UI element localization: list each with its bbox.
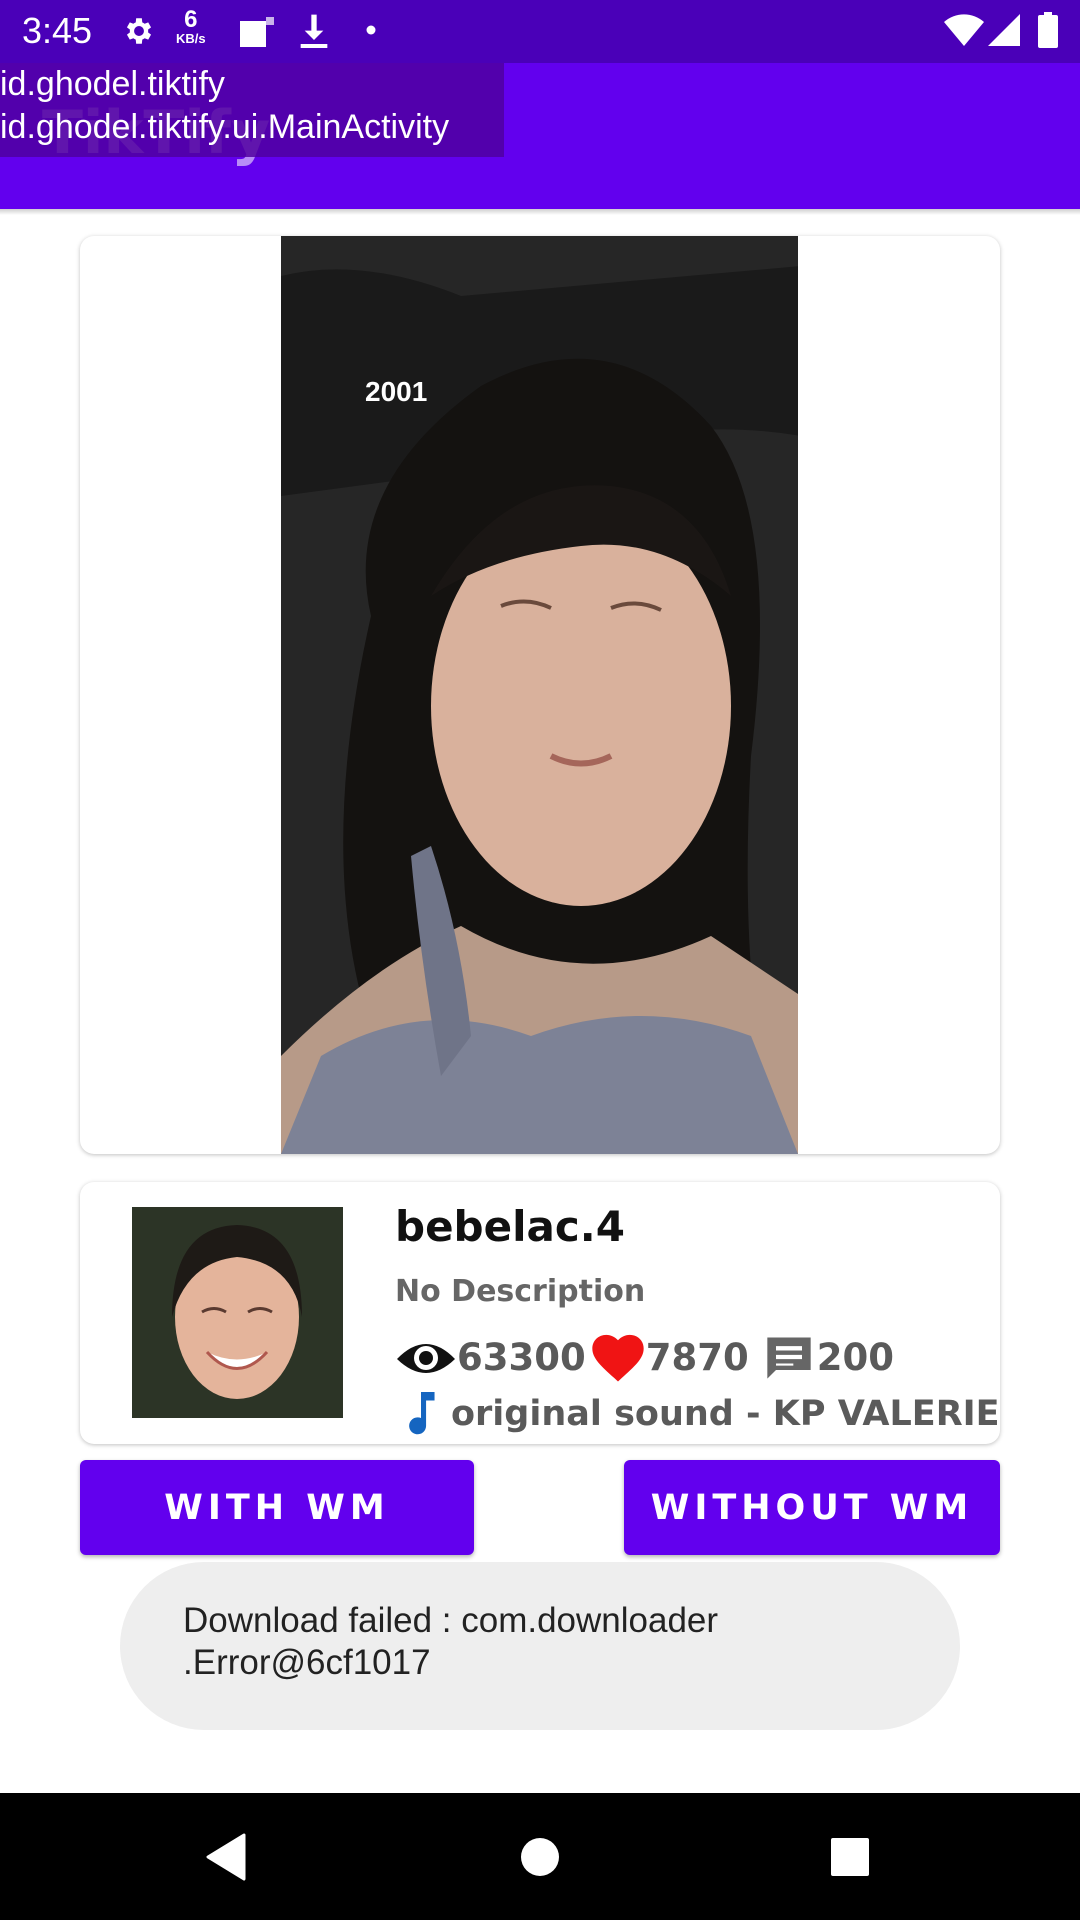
debug-activity-name: id.ghodel.tiktify.ui.MainActivity bbox=[0, 108, 450, 146]
gear-icon bbox=[126, 18, 152, 44]
sound-row: original sound - KP VALERIE bbox=[403, 1392, 1000, 1436]
video-preview-card: 2001 bbox=[80, 236, 1000, 1154]
app-bar-shadow bbox=[0, 209, 1080, 215]
wifi-icon bbox=[944, 14, 984, 46]
comments-count: 200 bbox=[816, 1335, 894, 1379]
recents-icon[interactable] bbox=[831, 1838, 869, 1876]
net-speed-value: 6 bbox=[184, 6, 198, 33]
views-count: 63300 bbox=[457, 1335, 586, 1379]
download-icon bbox=[300, 14, 328, 48]
download-without-watermark-button[interactable]: WITHOUT WM bbox=[624, 1460, 1000, 1555]
video-info-card: bebelac.4 No Description 63300 7870 200 … bbox=[80, 1182, 1000, 1444]
battery-icon bbox=[1038, 12, 1058, 48]
debug-activity-overlay: id.ghodel.tiktify id.ghodel.tiktify.ui.M… bbox=[0, 63, 504, 157]
avatar bbox=[132, 1207, 343, 1418]
net-speed: 6 KB/s bbox=[176, 6, 206, 46]
debug-package-name: id.ghodel.tiktify bbox=[0, 65, 225, 103]
video-thumbnail[interactable]: 2001 bbox=[281, 236, 798, 1154]
username: bebelac.4 bbox=[395, 1202, 625, 1251]
sound-title: original sound - KP VALERIE bbox=[451, 1394, 1000, 1434]
eye-icon bbox=[397, 1344, 455, 1373]
video-description: No Description bbox=[395, 1274, 646, 1309]
video-thumbnail-image bbox=[281, 236, 798, 1154]
home-icon[interactable] bbox=[520, 1837, 560, 1877]
toast-message-line-1: Download failed : com.downloader bbox=[183, 1601, 719, 1640]
heart-icon bbox=[592, 1334, 644, 1382]
navigation-bar bbox=[0, 1793, 1080, 1920]
dot-icon bbox=[366, 25, 376, 35]
error-toast: Download failed : com.downloader .Error@… bbox=[120, 1562, 960, 1730]
music-note-icon bbox=[409, 1392, 435, 1435]
toast-message-line-2: .Error@6cf1017 bbox=[183, 1643, 431, 1682]
video-caption: 2001 bbox=[365, 376, 428, 407]
sim-icon bbox=[240, 17, 274, 47]
status-time: 3:45 bbox=[22, 10, 93, 51]
download-with-watermark-button[interactable]: WITH WM bbox=[80, 1460, 474, 1555]
comment-icon bbox=[767, 1337, 811, 1379]
back-icon[interactable] bbox=[204, 1833, 248, 1881]
net-speed-unit: KB/s bbox=[176, 31, 206, 46]
avatar-image bbox=[132, 1207, 343, 1418]
signal-icon bbox=[988, 14, 1020, 46]
status-bar: 3:45 6 KB/s bbox=[0, 0, 1080, 63]
video-stats: 63300 7870 200 bbox=[395, 1327, 898, 1387]
likes-count: 7870 bbox=[645, 1335, 749, 1379]
